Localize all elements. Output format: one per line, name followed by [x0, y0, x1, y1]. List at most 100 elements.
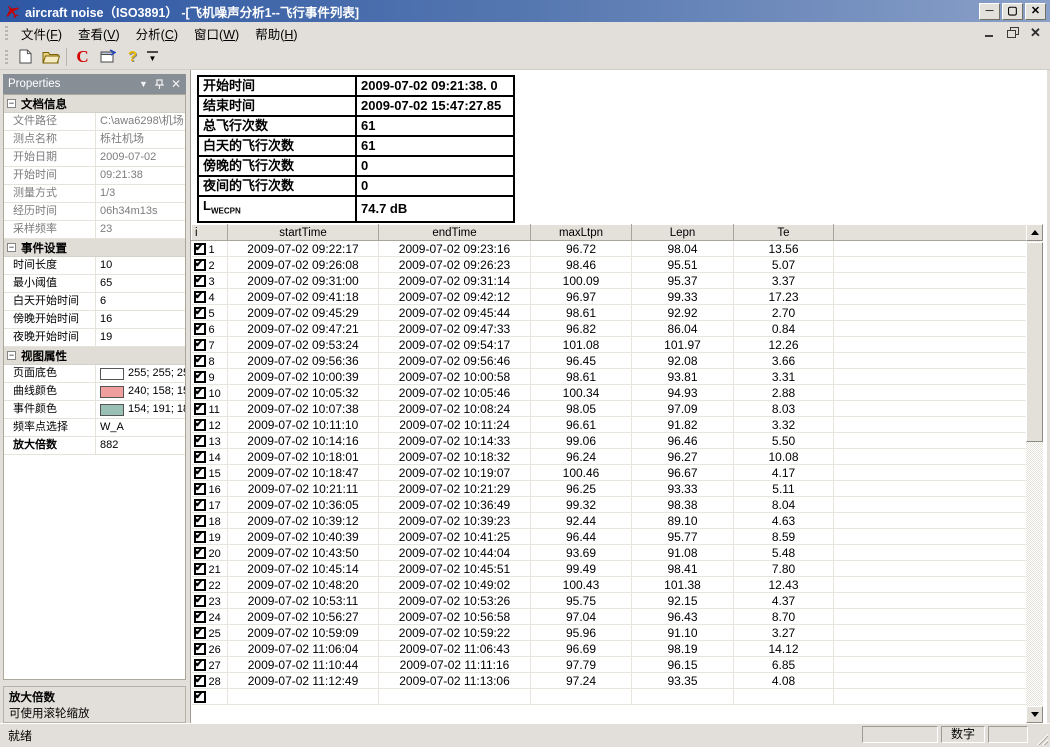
- row-checkbox[interactable]: ✔: [194, 579, 206, 591]
- event-row[interactable]: ✔42009-07-02 09:41:182009-07-02 09:42:12…: [192, 289, 1027, 305]
- property-row[interactable]: 开始日期2009-07-02: [4, 149, 185, 167]
- row-checkbox[interactable]: ✔: [194, 675, 206, 687]
- toolbar-grip-handle[interactable]: [5, 50, 8, 64]
- scrollbar-thumb[interactable]: [1026, 242, 1043, 442]
- event-row[interactable]: ✔282009-07-02 11:12:492009-07-02 11:13:0…: [192, 673, 1027, 689]
- event-row[interactable]: ✔242009-07-02 10:56:272009-07-02 10:56:5…: [192, 609, 1027, 625]
- property-row[interactable]: 频率点选择W_A: [4, 419, 185, 437]
- row-checkbox[interactable]: ✔: [194, 371, 206, 383]
- menu-item-w[interactable]: 窗口(W): [186, 22, 247, 45]
- row-checkbox[interactable]: ✔: [194, 515, 206, 527]
- collapse-icon[interactable]: −: [7, 99, 16, 108]
- property-value[interactable]: 09:21:38: [96, 167, 185, 184]
- open-folder-icon[interactable]: [39, 46, 62, 68]
- property-section-header[interactable]: −文档信息: [4, 95, 185, 113]
- property-section-header[interactable]: −事件设置: [4, 239, 185, 257]
- property-row[interactable]: 测点名称栎社机场: [4, 131, 185, 149]
- row-checkbox[interactable]: ✔: [194, 259, 206, 271]
- dropdown-icon[interactable]: ▼: [139, 79, 148, 89]
- pin-icon[interactable]: [155, 79, 164, 90]
- property-row[interactable]: 时间长度10: [4, 257, 185, 275]
- event-row[interactable]: ✔142009-07-02 10:18:012009-07-02 10:18:3…: [192, 449, 1027, 465]
- property-row[interactable]: 夜晚开始时间19: [4, 329, 185, 347]
- help-icon[interactable]: ?: [121, 46, 144, 68]
- row-checkbox[interactable]: ✔: [194, 547, 206, 559]
- event-row[interactable]: ✔272009-07-02 11:10:442009-07-02 11:11:1…: [192, 657, 1027, 673]
- event-row[interactable]: ✔12009-07-02 09:22:172009-07-02 09:23:16…: [192, 241, 1027, 257]
- event-row[interactable]: ✔262009-07-02 11:06:042009-07-02 11:06:4…: [192, 641, 1027, 657]
- event-row[interactable]: ✔212009-07-02 10:45:142009-07-02 10:45:5…: [192, 561, 1027, 577]
- property-value[interactable]: 06h34m13s: [96, 203, 185, 220]
- scroll-up-icon[interactable]: [1026, 224, 1043, 241]
- column-header-Te[interactable]: Te: [734, 225, 834, 241]
- event-row[interactable]: ✔252009-07-02 10:59:092009-07-02 10:59:2…: [192, 625, 1027, 641]
- row-checkbox[interactable]: ✔: [194, 595, 206, 607]
- property-row[interactable]: 放大倍数882: [4, 437, 185, 455]
- property-row[interactable]: 测量方式1/3: [4, 185, 185, 203]
- menu-item-f[interactable]: 文件(F): [13, 22, 70, 45]
- property-value[interactable]: 154; 191; 181: [96, 401, 185, 418]
- property-value[interactable]: 16: [96, 311, 185, 328]
- property-row[interactable]: 采样频率23: [4, 221, 185, 239]
- property-value[interactable]: C:\awa6298\机场: [96, 113, 185, 130]
- color-swatch[interactable]: [100, 368, 124, 380]
- mdi-minimize-icon[interactable]: [983, 26, 996, 39]
- event-row[interactable]: ✔222009-07-02 10:48:202009-07-02 10:49:0…: [192, 577, 1027, 593]
- property-row[interactable]: 最小阈值65: [4, 275, 185, 293]
- row-checkbox[interactable]: ✔: [194, 419, 206, 431]
- mdi-restore-icon[interactable]: [1006, 26, 1019, 39]
- calibrate-c-icon[interactable]: C: [71, 46, 94, 68]
- menu-item-c[interactable]: 分析(C): [128, 22, 186, 45]
- event-row[interactable]: ✔32009-07-02 09:31:002009-07-02 09:31:14…: [192, 273, 1027, 289]
- property-row[interactable]: 事件颜色154; 191; 181: [4, 401, 185, 419]
- row-checkbox[interactable]: ✔: [194, 627, 206, 639]
- minimize-icon[interactable]: ─: [979, 3, 1000, 20]
- row-checkbox[interactable]: ✔: [194, 291, 206, 303]
- row-checkbox[interactable]: ✔: [194, 531, 206, 543]
- row-checkbox[interactable]: ✔: [194, 403, 206, 415]
- row-checkbox[interactable]: ✔: [194, 691, 206, 703]
- column-header-startTime[interactable]: startTime: [228, 225, 379, 241]
- menu-item-h[interactable]: 帮助(H): [247, 22, 305, 45]
- event-row[interactable]: ✔152009-07-02 10:18:472009-07-02 10:19:0…: [192, 465, 1027, 481]
- property-value[interactable]: 65: [96, 275, 185, 292]
- property-row[interactable]: 文件路径C:\awa6298\机场: [4, 113, 185, 131]
- event-row[interactable]: ✔182009-07-02 10:39:122009-07-02 10:39:2…: [192, 513, 1027, 529]
- row-checkbox[interactable]: ✔: [194, 451, 206, 463]
- color-swatch[interactable]: [100, 404, 124, 416]
- column-header-maxLtpn[interactable]: maxLtpn: [531, 225, 632, 241]
- row-checkbox[interactable]: ✔: [194, 483, 206, 495]
- event-row[interactable]: ✔52009-07-02 09:45:292009-07-02 09:45:44…: [192, 305, 1027, 321]
- row-checkbox[interactable]: ✔: [194, 275, 206, 287]
- color-swatch[interactable]: [100, 386, 124, 398]
- row-checkbox[interactable]: ✔: [194, 435, 206, 447]
- property-value[interactable]: 2009-07-02: [96, 149, 185, 166]
- properties-panel-header[interactable]: Properties ▼ ✕: [3, 74, 186, 94]
- property-value[interactable]: 1/3: [96, 185, 185, 202]
- property-row[interactable]: 页面底色255; 255; 255: [4, 365, 185, 383]
- column-header-Lepn[interactable]: Lepn: [632, 225, 734, 241]
- row-checkbox[interactable]: ✔: [194, 643, 206, 655]
- row-checkbox[interactable]: ✔: [194, 659, 206, 671]
- row-checkbox[interactable]: ✔: [194, 243, 206, 255]
- row-checkbox[interactable]: ✔: [194, 323, 206, 335]
- property-value[interactable]: 19: [96, 329, 185, 346]
- event-row[interactable]: ✔92009-07-02 10:00:392009-07-02 10:00:58…: [192, 369, 1027, 385]
- event-row[interactable]: ✔72009-07-02 09:53:242009-07-02 09:54:17…: [192, 337, 1027, 353]
- row-checkbox[interactable]: ✔: [194, 339, 206, 351]
- row-checkbox[interactable]: ✔: [194, 355, 206, 367]
- collapse-icon[interactable]: −: [7, 243, 16, 252]
- event-row[interactable]: ✔62009-07-02 09:47:212009-07-02 09:47:33…: [192, 321, 1027, 337]
- event-row[interactable]: ✔112009-07-02 10:07:382009-07-02 10:08:2…: [192, 401, 1027, 417]
- row-checkbox[interactable]: ✔: [194, 387, 206, 399]
- event-row[interactable]: ✔122009-07-02 10:11:102009-07-02 10:11:2…: [192, 417, 1027, 433]
- column-header-endTime[interactable]: endTime: [379, 225, 531, 241]
- close-icon[interactable]: ✕: [171, 77, 181, 91]
- property-value[interactable]: 882: [96, 437, 185, 454]
- maximize-icon[interactable]: ▢: [1002, 3, 1023, 20]
- property-row[interactable]: 白天开始时间6: [4, 293, 185, 311]
- property-row[interactable]: 经历时间06h34m13s: [4, 203, 185, 221]
- property-row[interactable]: 曲线颜色240; 158; 158: [4, 383, 185, 401]
- title-bar[interactable]: aircraft noise（ISO3891） -[飞机噪声分析1--飞行事件列…: [0, 0, 1050, 22]
- event-row[interactable]: ✔132009-07-02 10:14:162009-07-02 10:14:3…: [192, 433, 1027, 449]
